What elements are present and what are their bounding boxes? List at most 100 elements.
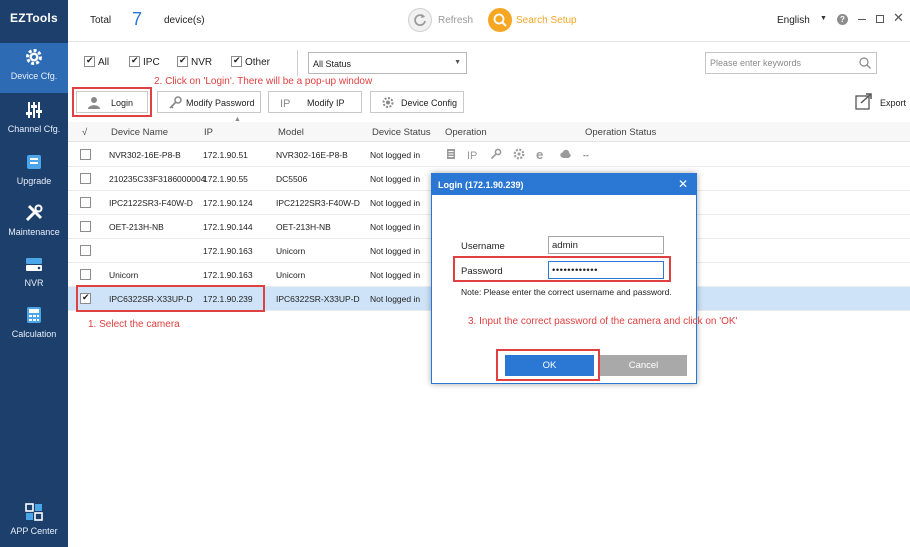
device-name-cell: IPC2122SR3-F40W-D xyxy=(109,198,193,208)
ip-cell: 172.1.90.124 xyxy=(203,198,253,208)
device-config-button[interactable]: Device Config xyxy=(370,91,464,113)
refresh-label: Refresh xyxy=(438,15,474,26)
row-checkbox[interactable] xyxy=(80,197,91,208)
ok-button[interactable]: OK xyxy=(505,355,594,376)
sidebar-item-upgrade[interactable]: Upgrade xyxy=(0,148,68,198)
modify-ip-button[interactable]: IP Modify IP xyxy=(268,91,362,113)
status-cell: Not logged in xyxy=(370,222,421,232)
status-select-value: All Status xyxy=(313,59,352,69)
model-cell: IPC6322SR-X33UP-D xyxy=(276,294,360,304)
row-checkbox[interactable] xyxy=(80,269,91,280)
model-cell: Unicorn xyxy=(276,246,306,256)
checkbox-box[interactable] xyxy=(129,55,140,67)
device-name-cell: 210235C33F3186000004 xyxy=(109,174,206,184)
sidebar-item-device-cfg[interactable]: Device Cfg. xyxy=(0,43,68,93)
document-icon[interactable] xyxy=(445,148,457,160)
username-field[interactable] xyxy=(548,236,664,254)
status-cell: Not logged in xyxy=(370,294,421,304)
total-label: Total xyxy=(90,15,112,26)
key-icon xyxy=(169,96,182,109)
sidebar-item-calculation[interactable]: Calculation xyxy=(0,301,68,351)
key-icon[interactable] xyxy=(490,148,502,160)
status-cell: Not logged in xyxy=(370,150,421,160)
row-checkbox[interactable] xyxy=(80,173,91,184)
sidebar-item-channel-cfg[interactable]: Channel Cfg. xyxy=(0,96,68,146)
status-select[interactable]: All Status ▼ xyxy=(308,52,467,74)
sidebar-item-label: NVR xyxy=(24,278,44,288)
row-checkbox[interactable] xyxy=(80,221,91,232)
modify-password-button[interactable]: Modify Password xyxy=(157,91,261,113)
ip-icon[interactable]: IP xyxy=(467,148,479,160)
column-header-device-name[interactable]: Device Name xyxy=(111,127,168,138)
gear-icon[interactable] xyxy=(513,148,525,160)
username-label: Username xyxy=(461,241,505,252)
minimize-icon[interactable] xyxy=(858,19,866,20)
export-label: Export xyxy=(880,98,907,108)
row-checkbox[interactable] xyxy=(80,149,91,160)
checkbox-box[interactable] xyxy=(84,55,95,67)
export-icon xyxy=(855,93,872,110)
sidebar-item-label: Maintenance xyxy=(8,227,60,237)
filter-label: All xyxy=(98,57,110,68)
sidebar-item-label: APP Center xyxy=(10,526,58,536)
sidebar-item-nvr[interactable]: NVR xyxy=(0,250,68,300)
column-header-device-status[interactable]: Device Status xyxy=(372,127,431,138)
filter-ipc-checkbox[interactable]: IPC xyxy=(129,55,163,70)
login-dialog: Login (172.1.90.239) ✕ Username Password… xyxy=(431,173,697,384)
search-icon[interactable] xyxy=(858,56,872,70)
sliders-icon xyxy=(26,102,42,118)
nvr-icon xyxy=(26,258,42,271)
annotation-step-1: 1. Select the camera xyxy=(88,319,180,330)
filter-nvr-checkbox[interactable]: NVR xyxy=(177,55,215,70)
ip-cell: 172.1.90.144 xyxy=(203,222,253,232)
checkbox-box[interactable] xyxy=(231,55,242,67)
upgrade-icon xyxy=(27,155,41,169)
svg-text:e: e xyxy=(536,148,543,160)
column-header-ip[interactable]: IP xyxy=(204,127,213,138)
filter-all-checkbox[interactable]: All xyxy=(84,55,114,70)
filter-label: IPC xyxy=(143,57,160,68)
sidebar-item-app-center[interactable]: APP Center xyxy=(0,498,68,547)
dialog-title: Login (172.1.90.239) xyxy=(438,180,524,190)
gear-icon xyxy=(382,97,394,108)
sidebar-item-maintenance[interactable]: Maintenance xyxy=(0,199,68,249)
search-setup-button[interactable]: Search Setup xyxy=(488,8,578,32)
ip-cell: 172.1.90.163 xyxy=(203,270,253,280)
column-header-check[interactable]: √ xyxy=(82,127,87,138)
filter-other-checkbox[interactable]: Other xyxy=(231,55,275,70)
device-count-unit: device(s) xyxy=(164,15,205,26)
refresh-button[interactable]: Refresh xyxy=(408,8,478,32)
column-header-model[interactable]: Model xyxy=(278,127,304,138)
cancel-button[interactable]: Cancel xyxy=(600,355,687,376)
row-checkbox[interactable] xyxy=(80,245,91,256)
maximize-icon[interactable] xyxy=(876,15,884,23)
login-highlight xyxy=(72,87,152,117)
status-cell: Not logged in xyxy=(370,246,421,256)
language-select[interactable]: English xyxy=(777,15,810,26)
caret-down-icon[interactable]: ▼ xyxy=(820,15,827,22)
svg-text:IP: IP xyxy=(467,150,477,160)
checkbox-box[interactable] xyxy=(177,55,188,67)
ip-icon: IP xyxy=(280,98,290,109)
annotation-step-2: 2. Click on 'Login'. There will be a pop… xyxy=(154,76,373,87)
status-cell: Not logged in xyxy=(370,198,421,208)
annotation-step-3: 3. Input the correct password of the cam… xyxy=(468,316,738,327)
tools-icon xyxy=(25,204,43,222)
filter-label: NVR xyxy=(191,57,213,68)
help-icon[interactable]: ? xyxy=(837,14,848,25)
device-name-cell: NVR302-16E-P8-B xyxy=(109,150,181,160)
keyword-search xyxy=(705,52,877,74)
dialog-title-bar: Login (172.1.90.239) ✕ xyxy=(432,174,696,195)
close-icon[interactable]: ✕ xyxy=(678,177,688,191)
refresh-icon xyxy=(408,8,432,32)
column-header-operation: Operation xyxy=(445,127,487,138)
close-icon[interactable]: ✕ xyxy=(893,10,904,26)
export-button[interactable]: Export xyxy=(855,92,910,114)
model-cell: NVR302-16E-P8-B xyxy=(276,150,348,160)
app-logo: EZTools xyxy=(10,11,58,25)
cloud-icon[interactable] xyxy=(559,148,571,160)
status-cell: Not logged in xyxy=(370,270,421,280)
search-input[interactable] xyxy=(706,53,856,73)
browser-icon[interactable]: e xyxy=(536,148,548,160)
table-row[interactable]: NVR302-16E-P8-B 172.1.90.51 NVR302-16E-P… xyxy=(68,143,910,167)
